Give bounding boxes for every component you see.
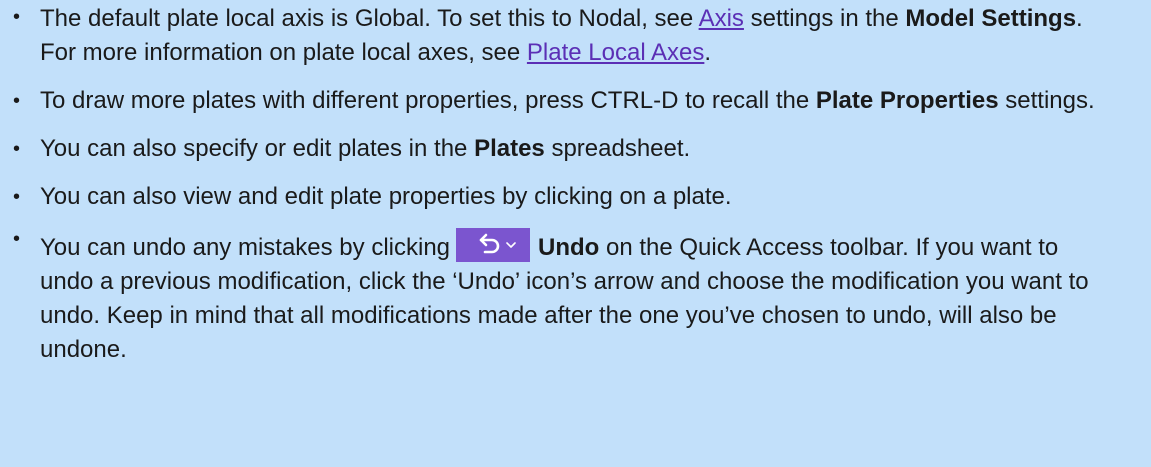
undo-icon xyxy=(479,233,516,254)
list-item-plates-spreadsheet: • You can also specify or edit plates in… xyxy=(0,132,1111,166)
item-text: You can undo any mistakes by clicking xyxy=(40,234,451,261)
bold-text: Plate Properties xyxy=(815,87,999,114)
item-text: You can also view and edit plate propert… xyxy=(40,183,732,210)
list-item-plate-properties: • To draw more plates with different pro… xyxy=(0,84,1111,118)
undo-button[interactable] xyxy=(456,228,531,262)
chevron-down-icon xyxy=(506,242,516,248)
bullet-marker: • xyxy=(13,90,21,112)
item-text: . xyxy=(704,39,712,66)
axis-link[interactable]: Axis xyxy=(699,5,744,32)
item-text: The default plate local axis is Global. … xyxy=(40,5,699,32)
list-item-undo: • You can undo any mistakes by clicking … xyxy=(0,228,1111,367)
bold-text: Undo xyxy=(538,234,600,261)
item-text: To draw more plates with different prope… xyxy=(40,87,816,114)
item-text: settings. xyxy=(998,87,1095,114)
bold-text: Plates xyxy=(474,135,545,162)
bullet-marker: • xyxy=(13,138,21,160)
note-panel: • The default plate local axis is Global… xyxy=(0,0,1151,467)
bullet-marker: • xyxy=(13,228,21,250)
item-text: You can also specify or edit plates in t… xyxy=(40,135,475,162)
bullet-marker: • xyxy=(13,186,21,208)
bullet-list: • The default plate local axis is Global… xyxy=(0,0,1111,367)
bold-text: Model Settings xyxy=(905,5,1077,32)
item-text: settings in the xyxy=(743,5,906,32)
list-item-view-edit: • You can also view and edit plate prope… xyxy=(0,180,1111,214)
list-item-plate-axis: • The default plate local axis is Global… xyxy=(0,0,1111,70)
item-text: spreadsheet. xyxy=(544,135,691,162)
plate-local-axes-link[interactable]: Plate Local Axes xyxy=(527,39,704,66)
bullet-marker: • xyxy=(13,6,21,28)
